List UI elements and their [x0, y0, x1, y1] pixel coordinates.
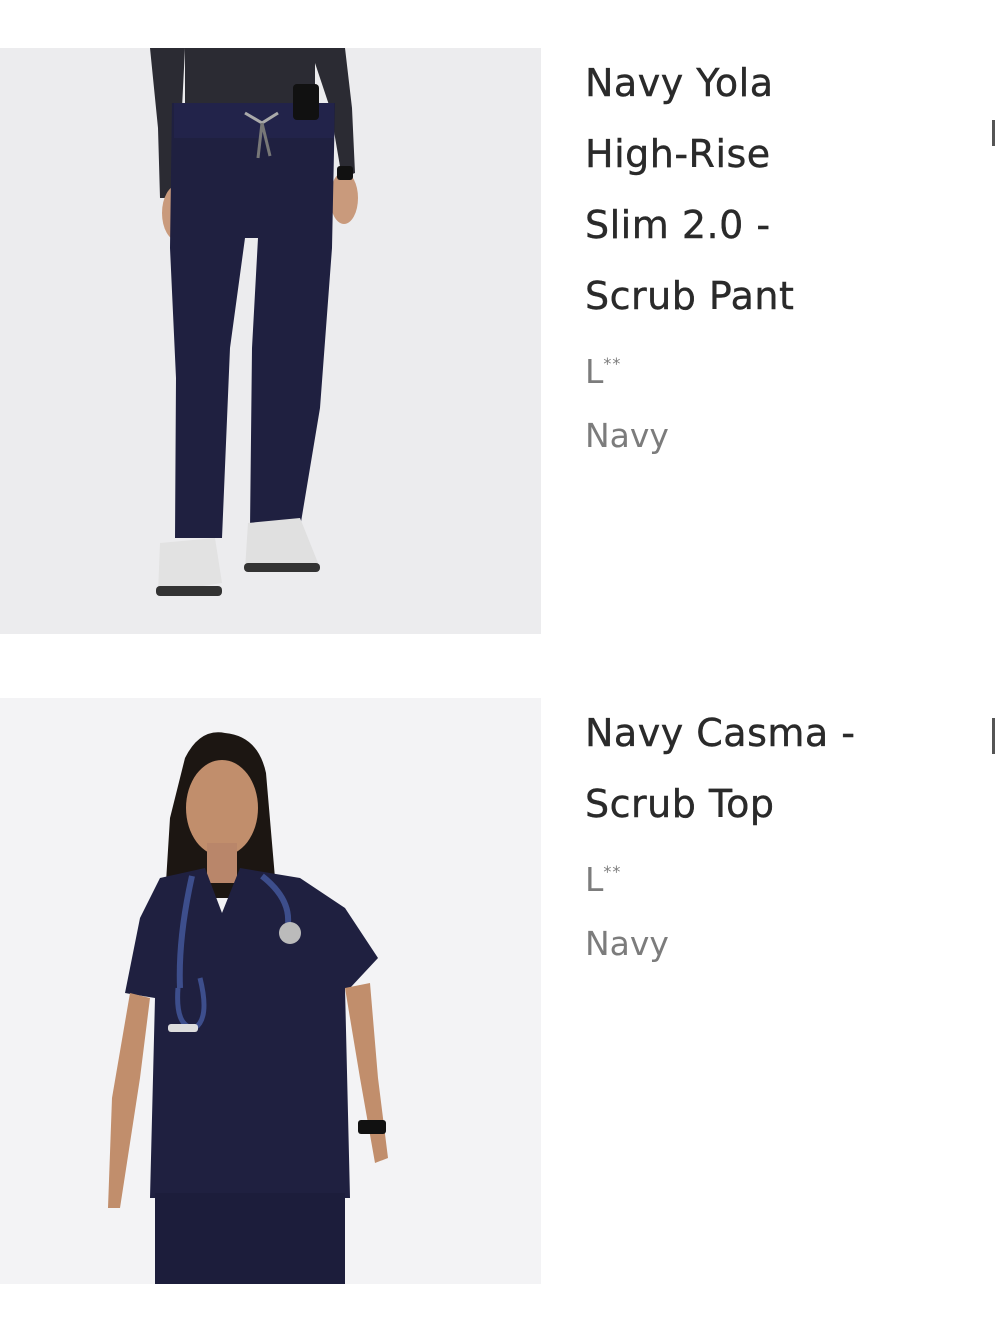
size-value: L — [585, 352, 604, 391]
product-size: L** — [585, 332, 975, 404]
item-details: Navy Yola High-Rise Slim 2.0 - Scrub Pan… — [585, 48, 975, 468]
cart-item: Navy Casma - Scrub Top L** Navy — [0, 698, 999, 1284]
product-image[interactable] — [0, 48, 541, 634]
size-value: L — [585, 860, 604, 899]
product-image[interactable] — [0, 698, 541, 1284]
cart-item: Navy Yola High-Rise Slim 2.0 - Scrub Pan… — [0, 48, 999, 634]
product-title[interactable]: Navy Yola High-Rise Slim 2.0 - Scrub Pan… — [585, 48, 855, 332]
product-title[interactable]: Navy Casma - Scrub Top — [585, 698, 885, 840]
product-color: Navy — [585, 924, 669, 963]
size-mark: ** — [603, 354, 622, 373]
cart-item-list: Navy Yola High-Rise Slim 2.0 - Scrub Pan… — [0, 0, 999, 1333]
quantity-indicator-edge — [992, 718, 999, 754]
product-color: Navy — [585, 416, 669, 455]
product-size: L** — [585, 840, 975, 912]
size-mark: ** — [603, 862, 622, 881]
quantity-indicator-edge — [992, 120, 999, 146]
item-details: Navy Casma - Scrub Top L** Navy — [585, 698, 975, 976]
